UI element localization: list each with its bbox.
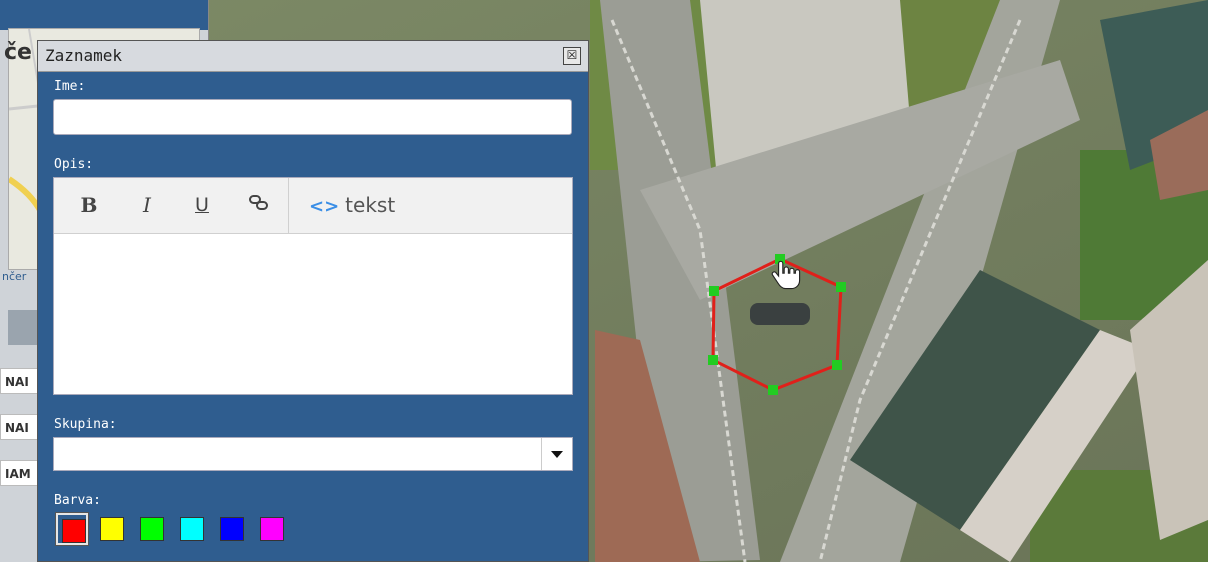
description-editor: B I U <> tekst xyxy=(53,177,573,395)
color-swatch-fill xyxy=(220,517,244,541)
editor-toolbar: B I U <> tekst xyxy=(54,178,572,234)
code-icon: <> xyxy=(309,196,340,217)
minimap-place-name: če xyxy=(4,40,32,65)
group-label: Skupina: xyxy=(54,417,117,432)
side-tab[interactable]: IAM xyxy=(0,460,40,486)
side-tab[interactable]: NAI xyxy=(0,414,40,440)
link-button[interactable] xyxy=(244,192,274,218)
source-view-button[interactable]: <> tekst xyxy=(309,192,395,218)
color-swatch[interactable] xyxy=(136,513,168,545)
color-swatch-fill xyxy=(62,519,86,543)
toolbar-separator xyxy=(288,178,289,233)
italic-button[interactable]: I xyxy=(132,192,162,218)
bold-button[interactable]: B xyxy=(74,192,104,218)
color-label: Barva: xyxy=(54,493,101,508)
polygon-vertex-handle[interactable] xyxy=(836,282,846,292)
description-textarea[interactable] xyxy=(54,234,572,394)
dropdown-arrow-icon[interactable] xyxy=(541,438,572,470)
polygon-vertex-handle[interactable] xyxy=(709,286,719,296)
dialog-title: Zaznamek xyxy=(45,46,123,65)
dialog-titlebar[interactable]: Zaznamek ☒ xyxy=(38,41,588,72)
color-swatch[interactable] xyxy=(96,513,128,545)
close-icon[interactable]: ☒ xyxy=(563,47,581,65)
color-swatch[interactable] xyxy=(256,513,288,545)
source-view-label: tekst xyxy=(345,193,396,217)
underline-button[interactable]: U xyxy=(187,192,217,218)
polygon-vertex-handle[interactable] xyxy=(708,355,718,365)
color-swatch-fill xyxy=(140,517,164,541)
polygon-vertex-handle[interactable] xyxy=(768,385,778,395)
group-select[interactable] xyxy=(53,437,573,471)
color-swatch[interactable] xyxy=(55,512,89,546)
color-swatch[interactable] xyxy=(176,513,208,545)
color-swatch-fill xyxy=(260,517,284,541)
polygon-vertex-handle[interactable] xyxy=(832,360,842,370)
annotation-dialog: Zaznamek ☒ Ime: Opis: B I U <> tekst Skup… xyxy=(37,40,589,562)
name-input[interactable] xyxy=(53,99,572,135)
color-swatch[interactable] xyxy=(216,513,248,545)
name-label: Ime: xyxy=(54,79,86,94)
link-icon xyxy=(249,195,268,210)
left-panel-header xyxy=(0,0,208,30)
side-tab[interactable]: NAI xyxy=(0,368,40,394)
color-swatch-fill xyxy=(100,517,124,541)
color-swatch-fill xyxy=(180,517,204,541)
description-label: Opis: xyxy=(54,157,94,172)
minimap-label: nčer xyxy=(2,270,27,283)
